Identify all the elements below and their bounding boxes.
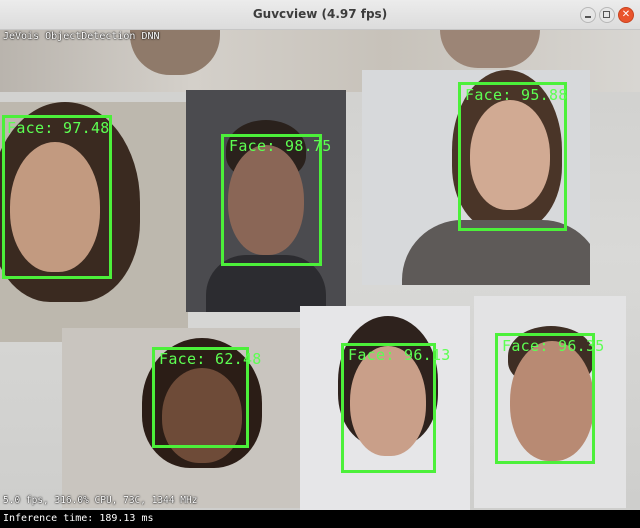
window-title: Guvcview (4.97 fps) [252, 7, 388, 21]
detection-label-3: Face: 95.88 [465, 86, 568, 104]
inference-bar: Inference time: 189.13 ms [0, 510, 640, 528]
maximize-button[interactable] [599, 7, 615, 23]
detection-label-4: Face: 62.48 [159, 350, 262, 368]
minimize-button[interactable] [580, 7, 596, 23]
detection-box-1 [2, 115, 112, 279]
close-button[interactable]: ✕ [618, 7, 634, 23]
detection-box-3 [458, 82, 567, 231]
model-label: JeVois ObjectDetection DNN [3, 31, 160, 42]
close-icon: ✕ [621, 9, 631, 20]
video-frame: Face: 97.48 Face: 98.75 Face: 95.88 Face… [0, 30, 640, 528]
window-titlebar[interactable]: Guvcview (4.97 fps) ✕ [0, 0, 640, 30]
inference-time: Inference time: 189.13 ms [3, 513, 154, 524]
detection-label-5: Face: 96.13 [348, 346, 451, 364]
performance-stats: 5.0 fps, 316.0% CPU, 73C, 1344 MHz [3, 495, 198, 506]
detection-label-2: Face: 98.75 [229, 137, 332, 155]
detection-label-6: Face: 96.35 [502, 337, 605, 355]
detection-label-1: Face: 97.48 [7, 119, 110, 137]
